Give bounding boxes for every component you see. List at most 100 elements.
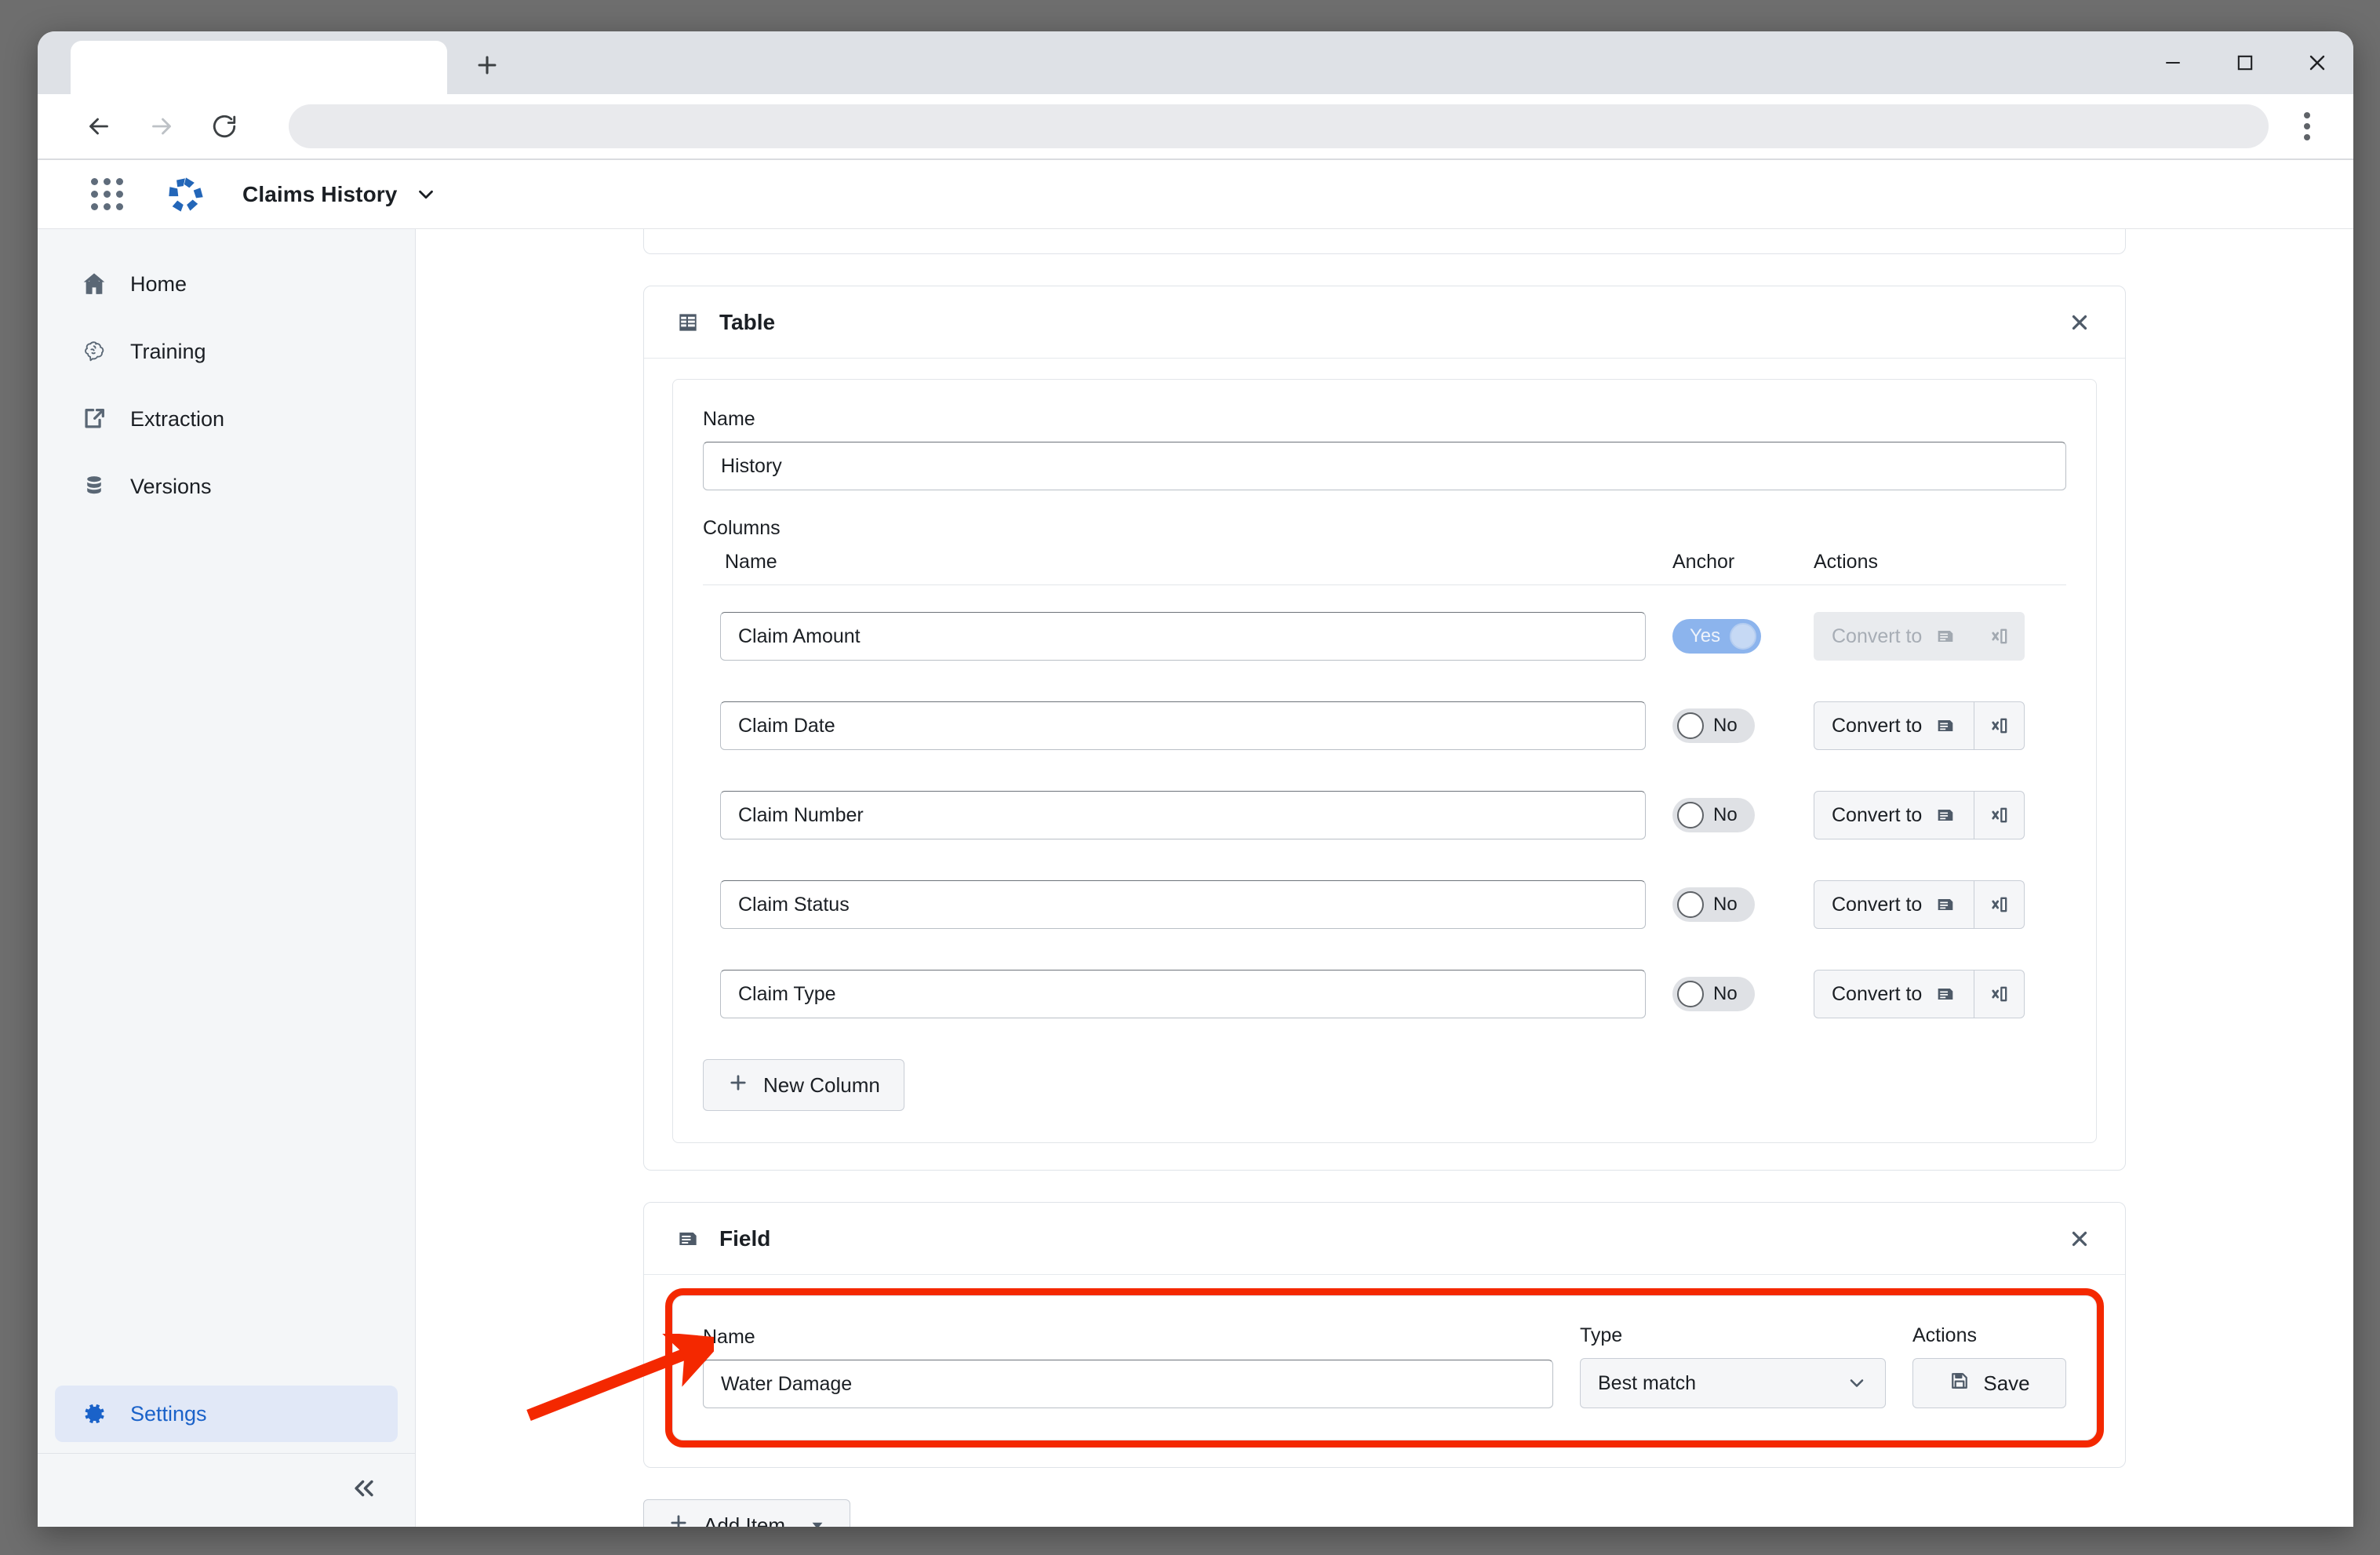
anchor-toggle-label: Yes: [1690, 625, 1721, 646]
sidebar-item-versions[interactable]: Versions: [55, 458, 398, 515]
convert-to-button: Convert to: [1814, 612, 1975, 661]
sidebar-item-training[interactable]: Training: [55, 323, 398, 380]
browser-tab[interactable]: [71, 41, 447, 94]
anchor-toggle[interactable]: No: [1672, 887, 1755, 922]
document-icon: [1934, 983, 1956, 1005]
minimize-button[interactable]: [2137, 31, 2209, 94]
convert-to-button[interactable]: Convert to: [1814, 880, 1975, 929]
new-column-button[interactable]: New Column: [703, 1059, 904, 1111]
back-arrow-icon[interactable]: [74, 101, 124, 151]
new-tab-button[interactable]: [461, 39, 513, 91]
table-panel-header: Table: [644, 286, 2125, 359]
save-button[interactable]: Save: [1912, 1358, 2066, 1408]
field-name-input[interactable]: Water Damage: [703, 1360, 1553, 1408]
document-icon: [1934, 625, 1956, 647]
convert-to-button[interactable]: Convert to: [1814, 791, 1975, 839]
sidebar-item-label: Versions: [130, 474, 212, 498]
column-anchor-cell: No: [1672, 708, 1814, 743]
anchor-toggle[interactable]: Yes: [1672, 619, 1762, 654]
row-action-group: Convert to: [1814, 970, 2025, 1018]
plus-icon: [727, 1072, 749, 1099]
convert-to-button[interactable]: Convert to: [1814, 701, 1975, 750]
table-row: Claim Status No Convert to: [703, 860, 2066, 949]
convert-to-button[interactable]: Convert to: [1814, 970, 1975, 1018]
maximize-button[interactable]: [2209, 31, 2281, 94]
sidebar-item-extraction[interactable]: Extraction: [55, 391, 398, 447]
field-type-select[interactable]: Best match: [1580, 1358, 1886, 1408]
delete-column-button: [1974, 612, 2025, 661]
field-panel: Field Name Water Damage Type Best match …: [643, 1202, 2126, 1468]
column-name-input[interactable]: Claim Date: [720, 701, 1646, 750]
column-name-value: Claim Date: [738, 714, 835, 737]
table-row: Claim Number No Convert to: [703, 770, 2066, 860]
table-name-input[interactable]: History: [703, 442, 2066, 490]
reload-icon[interactable]: [199, 101, 249, 151]
field-panel-title: Field: [719, 1225, 771, 1251]
address-bar[interactable]: [289, 104, 2269, 148]
sidebar-item-label: Home: [130, 271, 187, 296]
field-form-row: Name Water Damage Type Best match Action…: [703, 1324, 2066, 1408]
forward-arrow-icon[interactable]: [136, 101, 187, 151]
field-form-highlighted: Name Water Damage Type Best match Action…: [665, 1288, 2104, 1448]
sidebar-nav-list: Home Training Extraction Versions: [38, 229, 415, 1386]
new-column-wrap: New Column: [703, 1059, 2066, 1111]
desktop-background: Claims History Home Training Extraction …: [0, 0, 2380, 1555]
column-anchor-cell: No: [1672, 798, 1814, 832]
add-item-label: Add Item: [704, 1513, 786, 1528]
column-anchor-cell: No: [1672, 977, 1814, 1011]
brand-logo-icon: [169, 177, 203, 212]
close-icon[interactable]: [2062, 305, 2097, 340]
delete-column-icon: [1989, 894, 2011, 916]
delete-column-button[interactable]: [1974, 791, 2025, 839]
field-type-label: Type: [1580, 1324, 1623, 1346]
sidebar-item-home[interactable]: Home: [55, 256, 398, 312]
table-row: Claim Date No Convert to: [703, 681, 2066, 770]
column-name-input[interactable]: Claim Status: [720, 880, 1646, 929]
columns-label: Columns: [703, 517, 781, 539]
column-actions-cell: Convert to: [1814, 791, 2066, 839]
browser-window: Claims History Home Training Extraction …: [38, 31, 2353, 1527]
field-actions-group: Actions Save: [1912, 1324, 2066, 1408]
previous-panel-partial: [643, 229, 2126, 254]
column-name-input[interactable]: Claim Amount: [720, 612, 1646, 661]
sidebar-item-settings[interactable]: Settings: [55, 1386, 398, 1442]
brain-icon: [78, 336, 110, 367]
delete-column-icon: [1989, 983, 2011, 1005]
column-actions-cell: Convert to: [1814, 880, 2066, 929]
chevron-down-icon[interactable]: [414, 183, 438, 206]
close-icon[interactable]: [2062, 1222, 2097, 1256]
main-scroll-area[interactable]: Table Name History Columns Name Anchor A…: [416, 229, 2353, 1527]
save-label: Save: [1983, 1371, 2030, 1395]
document-icon: [1934, 894, 1956, 916]
column-header-name: Name: [725, 551, 777, 573]
row-action-group: Convert to: [1814, 701, 2025, 750]
delete-column-button[interactable]: [1974, 701, 2025, 750]
sidebar-item-label: Training: [130, 339, 206, 363]
field-name-label: Name: [703, 1326, 755, 1348]
column-actions-cell: Convert to: [1814, 701, 2066, 750]
column-header-anchor: Anchor: [1672, 551, 1735, 573]
field-name-value: Water Damage: [721, 1372, 853, 1395]
column-name-input[interactable]: Claim Type: [720, 970, 1646, 1018]
column-name-value: Claim Type: [738, 982, 836, 1005]
column-name-cell: Claim Type: [703, 970, 1672, 1018]
convert-to-label: Convert to: [1832, 714, 1923, 737]
floppy-save-icon: [1949, 1370, 1971, 1397]
app-body: Home Training Extraction Versions Settin…: [38, 229, 2353, 1527]
table-icon: [674, 308, 702, 337]
convert-to-label: Convert to: [1832, 893, 1923, 916]
anchor-toggle[interactable]: No: [1672, 708, 1755, 743]
delete-column-button[interactable]: [1974, 970, 2025, 1018]
close-button[interactable]: [2281, 31, 2353, 94]
add-item-button[interactable]: Add Item: [643, 1499, 851, 1528]
chevrons-left-icon[interactable]: [351, 1475, 377, 1506]
three-dot-menu-icon[interactable]: [2284, 104, 2330, 149]
anchor-toggle[interactable]: No: [1672, 798, 1755, 832]
delete-column-button[interactable]: [1974, 880, 2025, 929]
convert-to-label: Convert to: [1832, 803, 1923, 826]
column-name-input[interactable]: Claim Number: [720, 791, 1646, 839]
anchor-toggle[interactable]: No: [1672, 977, 1755, 1011]
apps-grid-icon[interactable]: [91, 178, 123, 210]
sidebar-item-label: Settings: [130, 1401, 207, 1426]
delete-column-icon: [1989, 625, 2011, 647]
